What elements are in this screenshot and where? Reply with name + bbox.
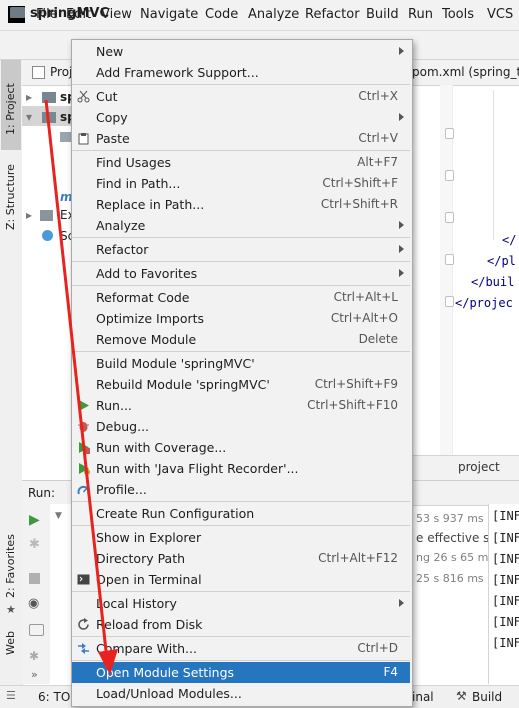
annotation-arrow-line xyxy=(44,99,109,661)
annotation-arrow xyxy=(44,99,118,675)
annotation-arrow-head xyxy=(98,649,118,675)
